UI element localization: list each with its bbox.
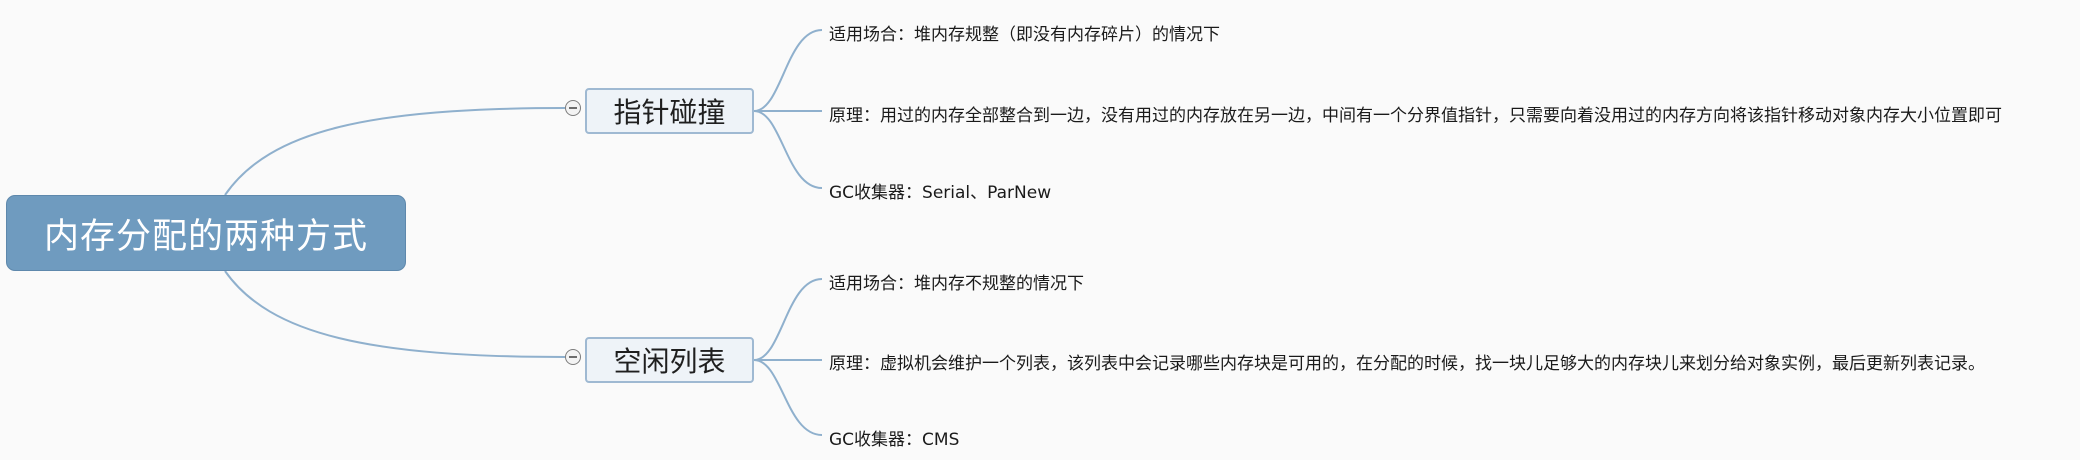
leaf-topic[interactable]: 原理：用过的内存全部整合到一边，没有用过的内存放在另一边，中间有一个分界值指针，… bbox=[829, 101, 2002, 126]
leaf-topic[interactable]: 适用场合：堆内存不规整的情况下 bbox=[829, 269, 1084, 294]
leaf-topic[interactable]: 原理：虚拟机会维护一个列表，该列表中会记录哪些内存块是可用的，在分配的时候，找一… bbox=[829, 349, 1985, 374]
connector-branch-2-leaf-1 bbox=[753, 278, 823, 361]
connector-branch-1-leaf-1 bbox=[753, 29, 823, 112]
mind-map-canvas: 内存分配的两种方式 指针碰撞 空闲列表 适用场合：堆内存规整（即没有内存碎片）的… bbox=[0, 0, 2080, 460]
root-topic-label: 内存分配的两种方式 bbox=[43, 216, 368, 257]
leaf-topic[interactable]: 适用场合：堆内存规整（即没有内存碎片）的情况下 bbox=[829, 20, 1220, 45]
branch-topic-label: 指针碰撞 bbox=[613, 96, 726, 129]
collapse-minus-icon[interactable] bbox=[565, 349, 581, 365]
leaf-topic[interactable]: GC收集器：Serial、ParNew bbox=[829, 178, 1051, 203]
connector-root-to-branch-2 bbox=[224, 270, 566, 358]
connector-branch-2-leaf-3 bbox=[753, 359, 823, 436]
branch-topic-label: 空闲列表 bbox=[613, 345, 726, 378]
branch-topic-free-list[interactable]: 空闲列表 bbox=[585, 337, 754, 383]
branch-topic-pointer-bump[interactable]: 指针碰撞 bbox=[585, 88, 754, 134]
connector-root-to-branch-1 bbox=[224, 107, 566, 196]
connector-branch-1-leaf-3 bbox=[753, 110, 823, 189]
leaf-topic[interactable]: GC收集器：CMS bbox=[829, 425, 959, 450]
root-topic[interactable]: 内存分配的两种方式 bbox=[6, 195, 406, 271]
collapse-minus-icon[interactable] bbox=[565, 100, 581, 116]
